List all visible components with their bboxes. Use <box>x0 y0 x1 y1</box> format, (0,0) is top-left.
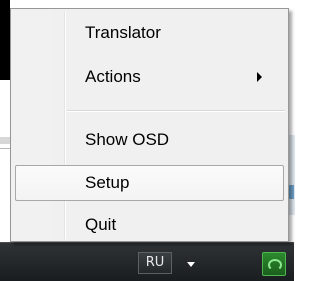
menu-item-actions[interactable]: Actions <box>13 59 286 95</box>
language-indicator[interactable]: RU <box>138 252 172 274</box>
menu-item-quit[interactable]: Quit <box>13 207 286 243</box>
menu-item-translator[interactable]: Translator <box>13 15 286 51</box>
menu-item-label: Actions <box>85 67 141 86</box>
menu-item-label: Quit <box>85 215 117 234</box>
menu-separator <box>67 110 285 112</box>
menu-item-label: Translator <box>85 23 161 42</box>
translator-tray-icon[interactable] <box>262 252 286 276</box>
menu-item-show-osd[interactable]: Show OSD <box>13 122 286 158</box>
menu-item-setup[interactable]: Setup <box>15 165 284 201</box>
tray-context-menu: Translator Actions Show OSD Setup Quit <box>10 8 289 242</box>
menu-item-label: Show OSD <box>85 130 170 149</box>
menu-item-label: Setup <box>85 173 130 192</box>
submenu-arrow-icon <box>257 72 262 82</box>
tray-overflow-arrow-icon[interactable] <box>187 262 195 267</box>
background-window-edge <box>0 0 10 80</box>
